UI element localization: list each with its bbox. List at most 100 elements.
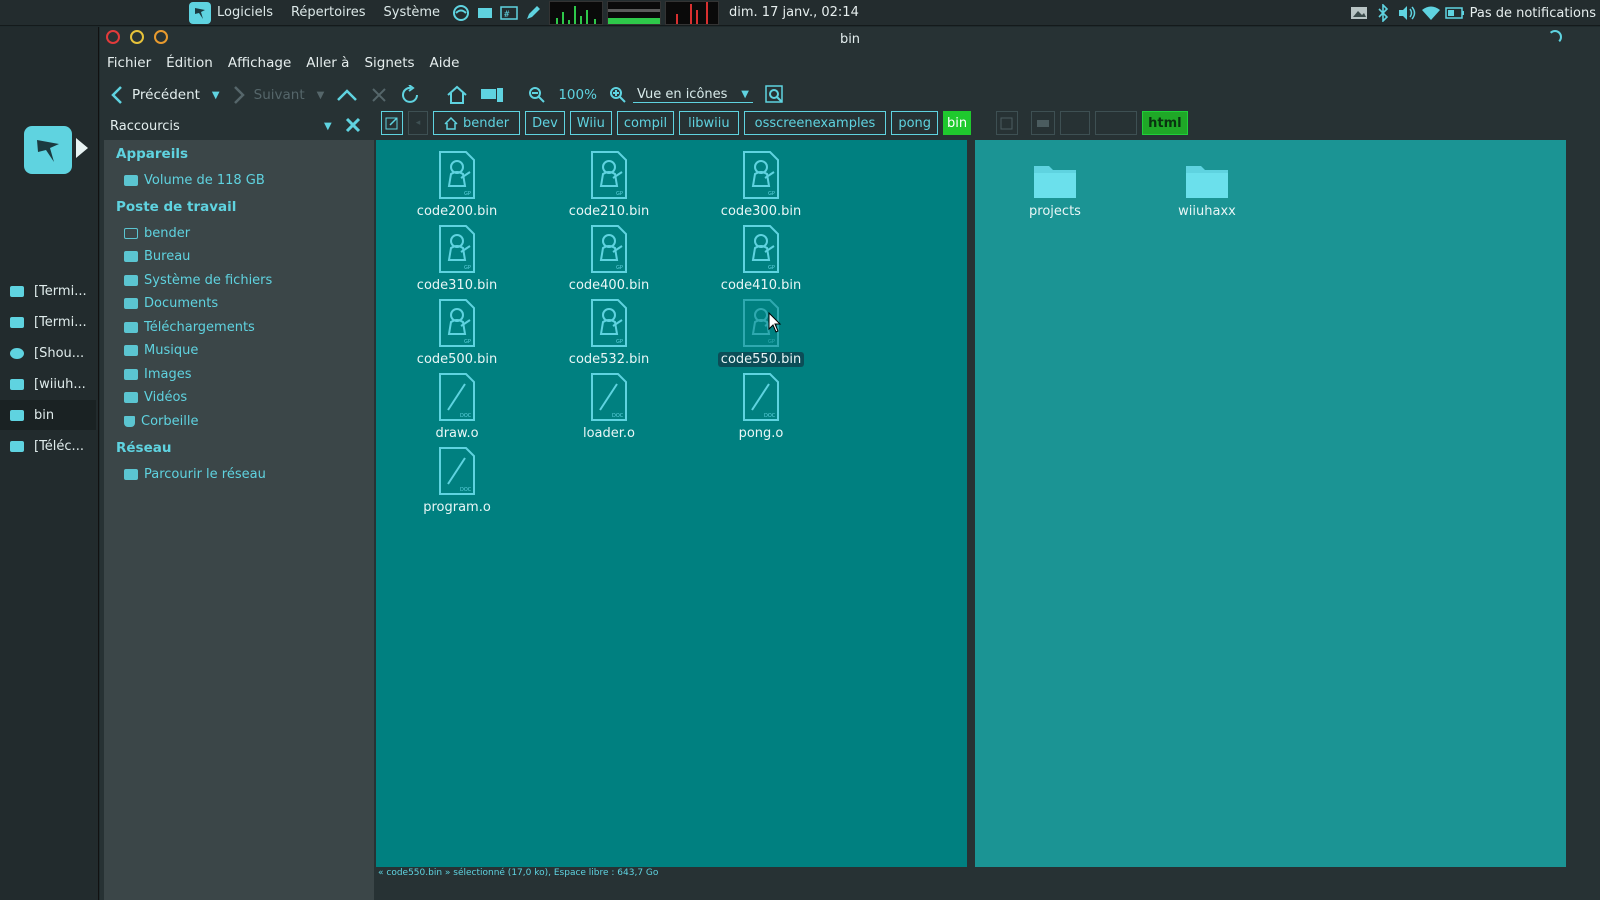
menu-applications[interactable]: Logiciels: [180, 0, 282, 26]
path-segment-html-active[interactable]: html: [1142, 111, 1188, 135]
executable-file-icon: GP: [437, 296, 477, 348]
sidebar-item-downloads[interactable]: Téléchargements: [124, 320, 255, 335]
sidebar-item-music[interactable]: Musique: [124, 343, 198, 358]
dock-item[interactable]: [Shou...: [0, 338, 96, 368]
path-segment-pong[interactable]: pong: [891, 111, 939, 135]
dock-logo-icon[interactable]: [24, 126, 72, 174]
dock-item[interactable]: [Termi...: [0, 307, 96, 337]
file-item[interactable]: GP code300.bin: [701, 148, 821, 219]
dock-item-active[interactable]: bin: [0, 400, 96, 430]
dock-item[interactable]: [wiiuh...: [0, 369, 96, 399]
dock-expand-icon[interactable]: [76, 138, 88, 158]
sidebar-item-filesystem[interactable]: Système de fichiers: [124, 273, 272, 288]
battery-icon[interactable]: [1444, 2, 1466, 24]
home-button[interactable]: [446, 85, 468, 105]
folder-item[interactable]: projects: [995, 148, 1115, 219]
folder-item[interactable]: wiiuhaxx: [1147, 148, 1267, 219]
sidebar-item-pictures[interactable]: Images: [124, 367, 192, 382]
path-segment-dev[interactable]: Dev: [525, 111, 565, 135]
window-titlebar[interactable]: bin: [100, 27, 1600, 51]
zoom-in-button[interactable]: [609, 86, 627, 104]
file-item[interactable]: DOC loader.o: [549, 370, 669, 441]
path-segment-compil[interactable]: compil: [616, 111, 675, 135]
menu-file[interactable]: Fichier: [107, 55, 151, 71]
svg-text:GP: GP: [768, 191, 775, 197]
file-item[interactable]: GP code500.bin: [397, 296, 517, 367]
wifi-icon[interactable]: [1420, 2, 1442, 24]
svg-text:GP: GP: [464, 339, 471, 345]
close-window-button[interactable]: [106, 30, 120, 44]
executable-file-icon: GP: [437, 222, 477, 274]
path-segment-hidden[interactable]: [1060, 111, 1091, 135]
file-item[interactable]: DOC program.o: [397, 444, 517, 515]
browser-launcher-icon[interactable]: [451, 3, 471, 23]
zoom-level: 100%: [558, 87, 597, 103]
notifications-label[interactable]: Pas de notifications: [1470, 6, 1600, 21]
path-segment-bin-active[interactable]: bin: [943, 111, 972, 135]
files-launcher-icon[interactable]: [475, 3, 495, 23]
sidebar-item-documents[interactable]: Documents: [124, 296, 218, 311]
up-button[interactable]: [336, 87, 358, 103]
file-item[interactable]: DOC draw.o: [397, 370, 517, 441]
menu-view[interactable]: Affichage: [228, 55, 291, 71]
svg-text:GP: GP: [616, 339, 623, 345]
sidebar-item-browse-network[interactable]: Parcourir le réseau: [124, 467, 266, 482]
file-item[interactable]: DOC pong.o: [701, 370, 821, 441]
maximize-window-button[interactable]: [154, 30, 168, 44]
close-sidebar-button[interactable]: [344, 116, 362, 138]
file-item[interactable]: GP code210.bin: [549, 148, 669, 219]
file-pane-left[interactable]: GP code200.bin GP code210.bin GP code300.bin G…: [376, 140, 967, 867]
terminal-launcher-icon[interactable]: #_: [499, 3, 519, 23]
forward-button[interactable]: Suivant ▼: [232, 85, 324, 105]
back-button[interactable]: Précédent ▼: [110, 85, 220, 105]
minimize-window-button[interactable]: [130, 30, 144, 44]
menu-system[interactable]: Système: [375, 0, 449, 26]
search-button[interactable]: [765, 85, 785, 105]
menu-help[interactable]: Aide: [430, 55, 460, 71]
file-item[interactable]: GP code410.bin: [701, 222, 821, 293]
path-segment-bender[interactable]: bender: [433, 111, 521, 135]
menu-places[interactable]: Répertoires: [282, 0, 375, 26]
toggle-location-button-right[interactable]: [996, 111, 1019, 135]
path-segment-root-right[interactable]: [1031, 111, 1056, 135]
path-segment-hidden[interactable]: [1095, 111, 1138, 135]
zoom-out-button[interactable]: [528, 86, 546, 104]
menu-bookmarks[interactable]: Signets: [364, 55, 414, 71]
file-item[interactable]: GP code200.bin: [397, 148, 517, 219]
bluetooth-icon[interactable]: [1372, 2, 1394, 24]
file-item[interactable]: GP code532.bin: [549, 296, 669, 367]
editor-launcher-icon[interactable]: [523, 3, 543, 23]
stop-button[interactable]: [370, 86, 388, 104]
dock-item[interactable]: [Téléc...: [0, 431, 96, 461]
file-item[interactable]: GP code310.bin: [397, 222, 517, 293]
pathbar: ◂ bender Dev Wiiu compil libwiiu osscree…: [376, 110, 1600, 136]
sidebar-type-dropdown[interactable]: ▼: [324, 121, 332, 132]
path-segment-osscreenexamples[interactable]: osscreenexamples: [743, 111, 887, 135]
clock[interactable]: dim. 17 janv., 02:14: [729, 5, 859, 20]
path-segment-wiiu[interactable]: Wiiu: [569, 111, 612, 135]
sidebar-item-volume[interactable]: Volume de 118 GB: [124, 173, 265, 188]
menu-edit[interactable]: Édition: [166, 55, 213, 71]
toggle-location-button[interactable]: [381, 111, 403, 135]
drive-icon: [124, 275, 138, 286]
path-scroll-left-button[interactable]: ◂: [408, 111, 428, 135]
menu-go[interactable]: Aller à: [306, 55, 349, 71]
file-name: code200.bin: [416, 204, 498, 219]
computer-button[interactable]: [480, 86, 504, 104]
dock: [Termi... [Termi... [Shou... [wiiuh... b…: [0, 27, 99, 900]
desktop-icon: [124, 251, 138, 262]
sidebar-item-videos[interactable]: Vidéos: [124, 390, 187, 405]
sidebar-item-trash[interactable]: Corbeille: [124, 414, 198, 429]
volume-icon[interactable]: [1396, 2, 1418, 24]
reload-button[interactable]: [400, 85, 422, 105]
dock-item[interactable]: [Termi...: [0, 276, 96, 306]
file-item[interactable]: GP code550.bin: [701, 296, 821, 367]
view-mode-select[interactable]: Vue en icônes ▼: [632, 87, 753, 103]
sidebar-item-home[interactable]: bender: [124, 226, 190, 241]
file-pane-right[interactable]: projects wiiuhaxx: [975, 140, 1566, 867]
path-segment-libwiiu[interactable]: libwiiu: [679, 111, 739, 135]
svg-text:GP: GP: [616, 191, 623, 197]
sidebar-item-desktop[interactable]: Bureau: [124, 249, 190, 264]
file-item[interactable]: GP code400.bin: [549, 222, 669, 293]
photo-icon[interactable]: [1348, 2, 1370, 24]
